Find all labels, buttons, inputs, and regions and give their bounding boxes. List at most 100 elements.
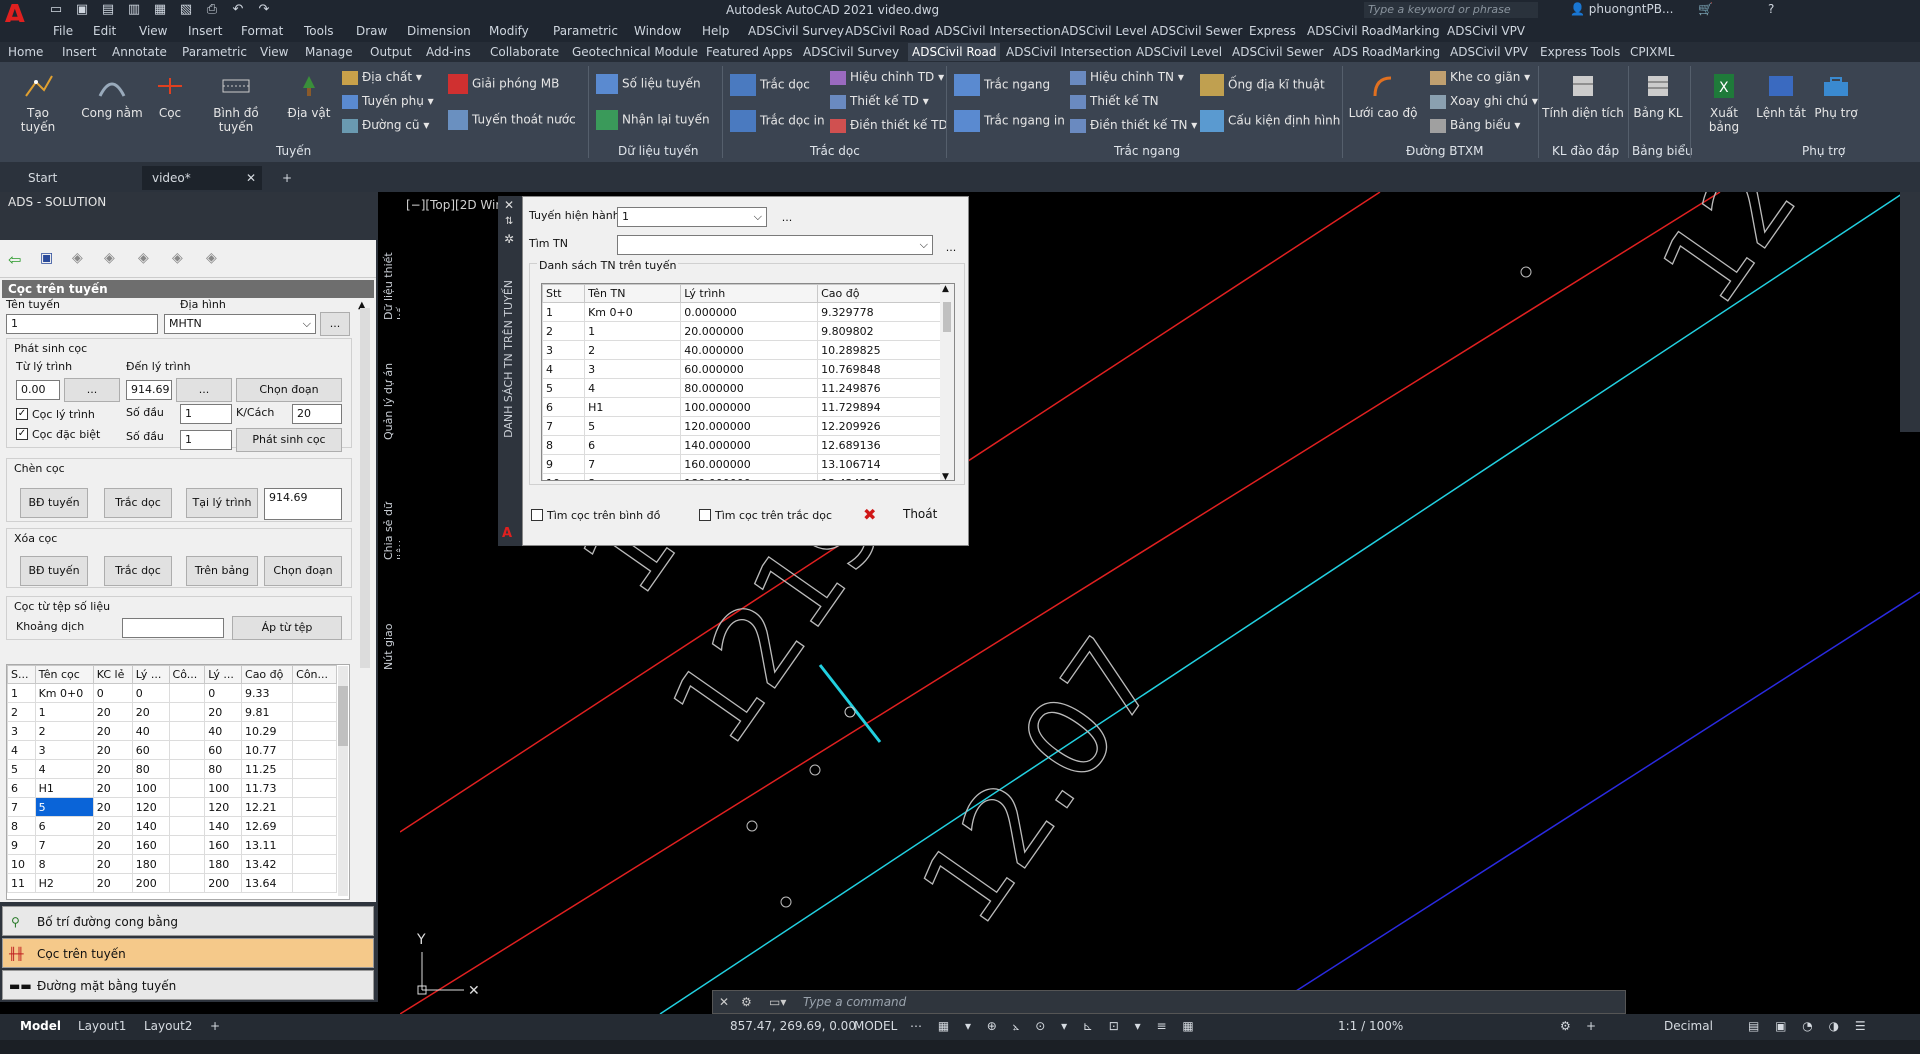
table-cell[interactable] [168, 816, 206, 836]
menu-adscivil-roadmarking[interactable]: ADSCivil RoadMarking [1307, 24, 1440, 38]
cong-nam-button[interactable]: Cong nằm [80, 72, 144, 120]
hieu-chinh-td-button[interactable]: Hiệu chỉnh TD ▾ [830, 70, 944, 85]
table-cell[interactable]: 6 [34, 816, 94, 836]
table-cell[interactable] [292, 778, 337, 798]
table-cell[interactable]: 1 [34, 702, 94, 722]
tab-video[interactable]: video* ✕ [142, 166, 262, 190]
table-row[interactable]: 1 Km 0+0 0.000000 9.329778 [542, 302, 942, 322]
table-cell[interactable]: 10.29 [241, 721, 294, 741]
table-cell[interactable]: 13.64 [241, 873, 294, 893]
tuyen-browse-button[interactable]: ... [773, 207, 801, 231]
table-cell[interactable] [168, 683, 206, 703]
table-cell[interactable] [292, 740, 337, 760]
table-cell[interactable]: 11.25 [241, 759, 294, 779]
table-cell[interactable]: 9.81 [241, 702, 294, 722]
trac-doc-button[interactable]: Trắc dọc [730, 74, 810, 96]
vertical-tab-quan-ly-du-an[interactable]: Quản lý dự án [382, 360, 395, 440]
coc-dac-biet-checkbox[interactable]: ✓ [16, 428, 28, 440]
table-cell[interactable]: 5 [542, 378, 586, 398]
redo-icon[interactable]: ↷ [256, 2, 272, 18]
ribbon-tab-manage[interactable]: Manage [305, 45, 353, 59]
menu-file[interactable]: File [53, 24, 73, 38]
tim-tn-input[interactable]: ⌵ [617, 235, 933, 255]
tim-tn-browse-button[interactable]: ... [937, 237, 965, 261]
table-cell[interactable]: 12.689136 [817, 435, 942, 455]
tab-start[interactable]: Start [18, 166, 67, 190]
tuyen-hien-hanh-select[interactable]: 1 ⌵ [617, 207, 767, 227]
tuyen-phu-button[interactable]: Tuyến phụ ▾ [342, 94, 434, 109]
dia-chat-button[interactable]: Địa chất ▾ [342, 70, 422, 85]
tn-col-header[interactable]: Cao độ [817, 284, 942, 303]
table-cell[interactable]: 7 [7, 797, 36, 817]
table-cell[interactable]: 1 [542, 302, 586, 322]
table-cell[interactable] [168, 740, 206, 760]
table-cell[interactable]: 11.729894 [817, 397, 942, 417]
trac-ngang-button[interactable]: Trắc ngang [954, 74, 1050, 96]
cmd-customize-icon[interactable]: ⚙ [741, 991, 752, 1013]
table-row[interactable]: 9 7 160.000000 13.106714 [542, 454, 942, 474]
menu-express[interactable]: Express [1249, 24, 1296, 38]
navigation-bar[interactable] [1900, 192, 1920, 432]
table-cell[interactable]: H1 [584, 397, 682, 417]
table-cell[interactable]: 20.000000 [680, 321, 819, 341]
tab-model[interactable]: Model [20, 1019, 61, 1033]
menu-insert[interactable]: Insert [188, 24, 222, 38]
table-cell[interactable]: H1 [34, 778, 94, 798]
table-cell[interactable]: 10.289825 [817, 340, 942, 360]
coc-col-header[interactable]: KC lẻ [92, 665, 133, 684]
ribbon-tab-collaborate[interactable]: Collaborate [490, 45, 559, 59]
ribbon-tab-adscivil-survey[interactable]: ADSCivil Survey [803, 45, 899, 59]
ribbon-tab-home[interactable]: Home [8, 45, 43, 59]
new-icon[interactable]: ▭ [48, 2, 64, 18]
table-cell[interactable]: 60 [131, 740, 170, 760]
coc-col-header[interactable]: Cao độ [241, 665, 294, 684]
palette-bo-tri-duong-cong-bang[interactable]: ⚲ Bố trí đường cong bằng [2, 906, 374, 936]
close-tab-icon[interactable]: ✕ [246, 166, 256, 190]
search-input[interactable]: Type a keyword or phrase [1364, 2, 1538, 18]
thoat-button[interactable]: ✖ Thoát [863, 503, 961, 529]
table-cell[interactable]: 80.000000 [680, 378, 819, 398]
table-cell[interactable]: 7 [542, 416, 586, 436]
menu-adscivil-road[interactable]: ADSCivil Road [845, 24, 929, 38]
table-cell[interactable]: Km 0+0 [584, 302, 682, 322]
table-cell[interactable]: 20 [92, 797, 133, 817]
table-cell[interactable]: 11 [7, 873, 36, 893]
vertical-tab-nut-giao[interactable]: Nút giao [382, 620, 395, 670]
table-cell[interactable]: 60 [204, 740, 243, 760]
den-ly-trinh-input[interactable]: 914.69 [126, 380, 172, 400]
menu-adscivil-sewer[interactable]: ADSCivil Sewer [1151, 24, 1243, 38]
menu-adscivil-survey[interactable]: ADSCivil Survey [748, 24, 844, 38]
ribbon-tab-view[interactable]: View [260, 45, 288, 59]
coc-col-header[interactable]: Lý ... [131, 665, 170, 684]
menu-dimension[interactable]: Dimension [407, 24, 471, 38]
table-cell[interactable]: 4 [584, 378, 682, 398]
table-row[interactable]: 8 6 20 140 140 12.69 [7, 816, 337, 836]
table-cell[interactable]: 200 [131, 873, 170, 893]
table-cell[interactable] [292, 759, 337, 779]
table-row[interactable]: 5 4 80.000000 11.249876 [542, 378, 942, 398]
dia-vat-button[interactable]: Địa vật [286, 72, 332, 120]
undo-icon[interactable]: ↶ [230, 2, 246, 18]
table-cell[interactable]: 1 [584, 321, 682, 341]
cau-kien-dinh-hinh-button[interactable]: Cấu kiện định hình [1200, 110, 1340, 132]
coc-col-header[interactable]: Côn... [292, 665, 337, 684]
ribbon-tab-annotate[interactable]: Annotate [112, 45, 167, 59]
table-cell[interactable]: 140 [204, 816, 243, 836]
ribbon-tab-adscivil-vpv[interactable]: ADSCivil VPV [1450, 45, 1528, 59]
scroll-down-icon[interactable]: ▼ [942, 472, 949, 480]
table-cell[interactable]: 4 [34, 759, 94, 779]
menu-parametric[interactable]: Parametric [553, 24, 618, 38]
table-cell[interactable]: 0.000000 [680, 302, 819, 322]
coc-col-header[interactable]: Tên cọc [34, 665, 94, 684]
table-cell[interactable]: 20 [92, 778, 133, 798]
ribbon-tab-adscivil-road[interactable]: ADSCivil Road [908, 43, 1001, 61]
table-cell[interactable]: 40 [204, 721, 243, 741]
table-cell[interactable]: 100 [131, 778, 170, 798]
tool-icon-5[interactable]: ◈ [206, 250, 217, 266]
coc-table-scrollbar[interactable] [338, 666, 348, 896]
dialog-settings-icon[interactable]: ✲ [504, 232, 514, 246]
table-cell[interactable]: 12.69 [241, 816, 294, 836]
table-cell[interactable] [292, 702, 337, 722]
table-row[interactable]: 108180.00000013.424221 [542, 473, 942, 480]
tai-ly-trinh-button[interactable]: Tại lý trình [186, 488, 258, 518]
